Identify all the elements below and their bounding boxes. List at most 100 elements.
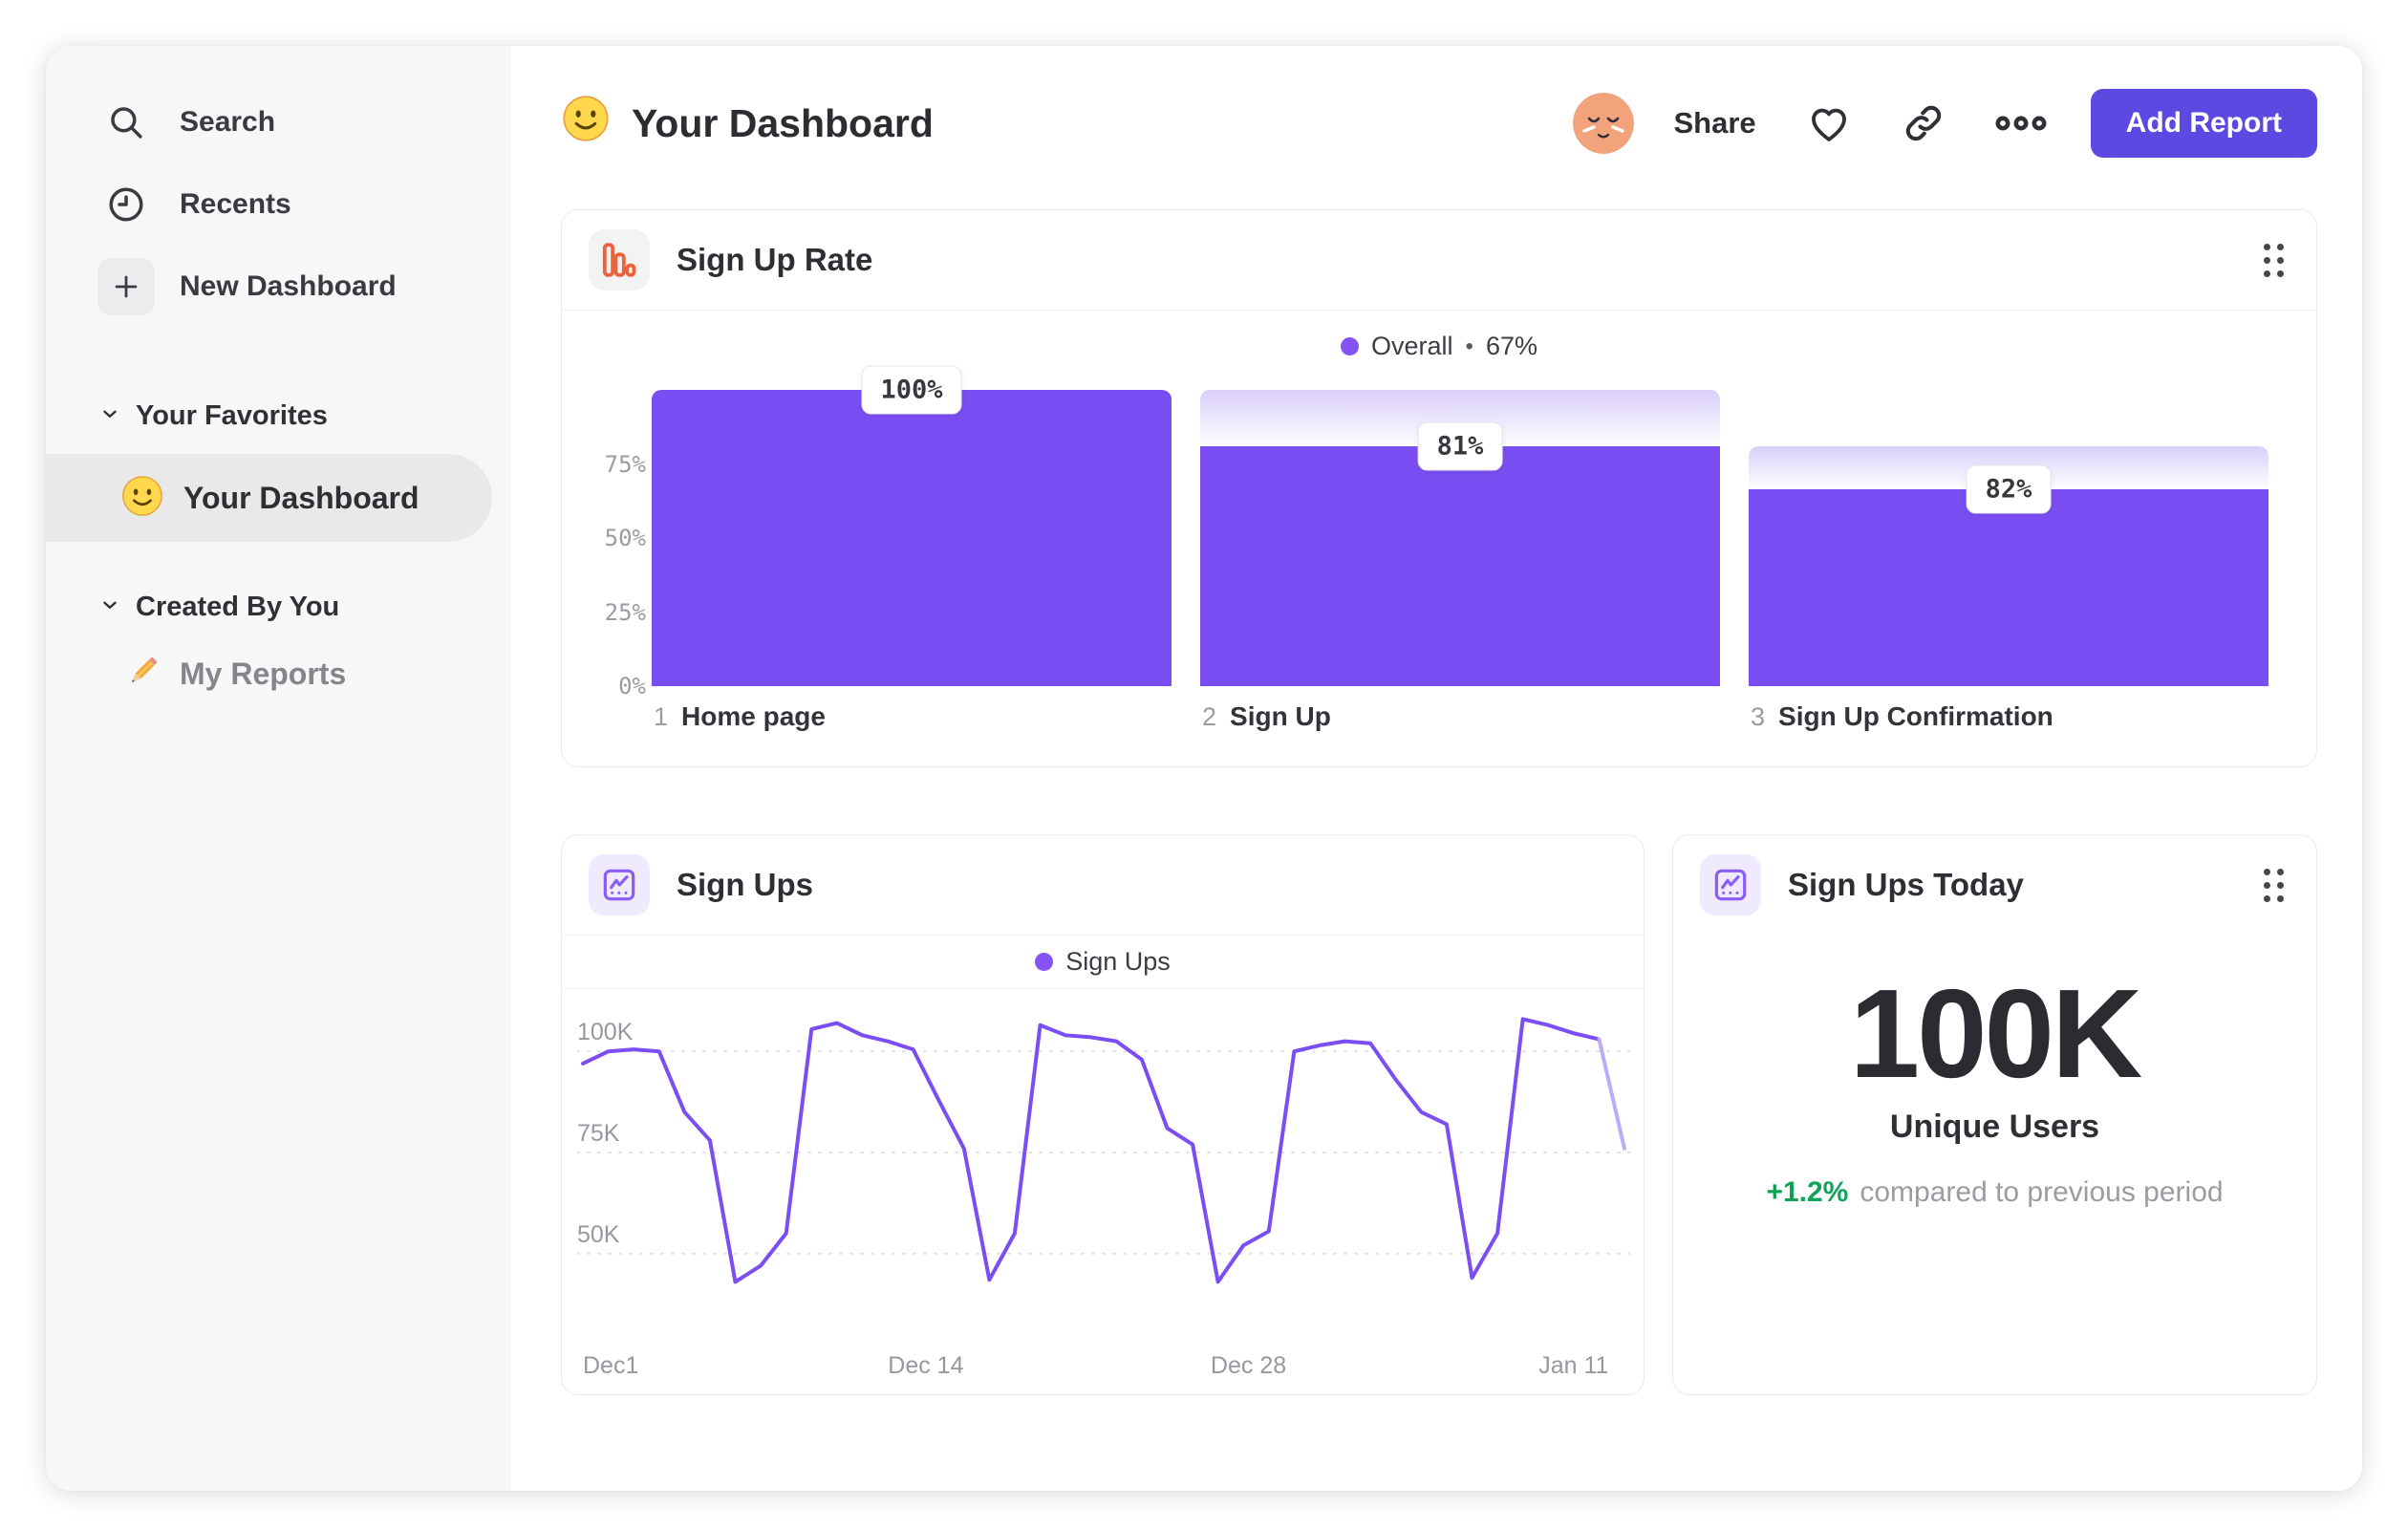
stat-label: Unique Users — [1889, 1108, 2100, 1145]
y-axis-label: 75K — [577, 1120, 620, 1147]
funnel-value-badge: 81% — [1417, 421, 1503, 471]
share-button[interactable]: Share — [1674, 106, 1756, 140]
sidebar-item-your-dashboard-selected[interactable]: Your Dashboard — [46, 454, 492, 542]
card-title: Sign Up Rate — [677, 242, 873, 277]
sidebar-item-search[interactable]: Search — [46, 81, 511, 163]
step-number: 1 — [654, 702, 669, 731]
clock-icon — [96, 174, 157, 235]
y-axis-label: 100K — [577, 1019, 634, 1045]
sign-ups-line-chart: 100K 75K 50K Dec1 Dec 14 Dec 28 Jan 11 — [576, 1017, 1631, 1379]
sign-ups-today-card: Sign Ups Today 100K Unique Users +1.2% c… — [1672, 834, 2317, 1395]
x-axis-label: Jan 11 — [1538, 1352, 1608, 1379]
funnel-plot: 100% 1 Home page 81% 2 Sign Up 82% 3 Sign Up Con… — [652, 365, 2268, 731]
line-series-incomplete-period — [1597, 1037, 1626, 1151]
sign-up-rate-card: Sign Up Rate Overall • 67% 75% 50% 25% 0% 1… — [561, 209, 2317, 767]
legend-separator: • — [1465, 333, 1473, 359]
card-header: Sign Ups — [562, 835, 1644, 936]
section-label: Your Favorites — [136, 399, 328, 431]
sidebar-item-label: New Dashboard — [180, 270, 397, 302]
funnel-ytick-label: 50% — [604, 525, 646, 551]
card-title: Sign Ups — [677, 867, 814, 902]
funnel-bar-sign-up-confirmation[interactable]: 82% 3 Sign Up Confirmation — [1749, 390, 2268, 731]
section-your-favorites[interactable]: Your Favorites — [46, 395, 511, 437]
card-header: Sign Ups Today — [1673, 835, 2316, 935]
funnel-value-badge: 82% — [1966, 464, 2052, 514]
drag-handle-icon[interactable] — [2258, 238, 2290, 283]
x-axis-label: Dec 14 — [888, 1352, 963, 1379]
more-options-icon[interactable] — [1995, 111, 2047, 136]
step-number: 2 — [1202, 702, 1217, 731]
add-report-button[interactable]: Add Report — [2090, 89, 2317, 158]
section-created-by-you[interactable]: Created By You — [46, 586, 511, 628]
delta-percent: +1.2% — [1766, 1175, 1849, 1208]
chevron-down-icon — [99, 403, 120, 429]
plus-icon — [97, 258, 155, 315]
section-label: Created By You — [136, 591, 340, 622]
stat-value: 100K — [1849, 963, 2143, 1104]
legend-series-name: Overall — [1371, 332, 1453, 360]
funnel-y-axis: 75% 50% 25% 0% — [591, 390, 652, 700]
funnel-chart-icon — [589, 229, 650, 291]
dashboard-header: Your Dashboard Share Add Report — [561, 87, 2317, 160]
drag-handle-icon[interactable] — [2258, 863, 2290, 908]
funnel-step-label: 3 Sign Up Confirmation — [1751, 701, 2053, 732]
legend-dot — [1341, 337, 1359, 355]
x-axis-label: Dec 28 — [1211, 1352, 1286, 1379]
funnel-value-badge: 100% — [861, 365, 962, 415]
delta-note: compared to previous period — [1860, 1175, 2224, 1208]
main-content: Your Dashboard Share Add Report Sign Up … — [511, 46, 2362, 1491]
chevron-down-icon — [99, 594, 120, 620]
page-title-text: Your Dashboard — [632, 100, 934, 145]
avatar[interactable] — [1572, 93, 1634, 154]
funnel-bar-fill — [1749, 489, 2268, 686]
step-name: Sign Up — [1230, 701, 1331, 731]
funnel-bar-fill — [1200, 445, 1720, 686]
step-number: 3 — [1751, 702, 1766, 731]
stat-body: 100K Unique Users +1.2% compared to prev… — [1673, 935, 2316, 1209]
funnel-plot-area: 75% 50% 25% 0% 100% 1 Home page 81% 2 Sign Up 82%… — [562, 361, 2316, 731]
step-name: Home page — [681, 701, 826, 731]
line-legend[interactable]: Sign Ups — [562, 936, 1644, 989]
funnel-bar-home-page[interactable]: 100% 1 Home page — [652, 365, 1172, 731]
sidebar-item-label: Recents — [180, 188, 291, 220]
card-title: Sign Ups Today — [1788, 867, 2024, 902]
x-axis-label: Dec1 — [583, 1352, 638, 1379]
sidebar-item-label: My Reports — [180, 656, 347, 691]
sidebar: Search Recents New Dashboard Your Favori… — [46, 46, 511, 1491]
y-axis-label: 50K — [577, 1221, 620, 1248]
copy-link-icon[interactable] — [1902, 101, 1946, 145]
app-window: Search Recents New Dashboard Your Favori… — [46, 46, 2362, 1491]
funnel-ytick-label: 0% — [618, 673, 646, 700]
funnel-bar-sign-up[interactable]: 81% 2 Sign Up — [1200, 390, 1720, 731]
sidebar-item-new-dashboard[interactable]: New Dashboard — [46, 246, 511, 328]
legend-dot — [1035, 953, 1054, 971]
line-chart-icon — [1700, 854, 1761, 915]
funnel-legend[interactable]: Overall • 67% — [562, 332, 2316, 361]
smiley-emoji — [561, 94, 611, 153]
step-name: Sign Up Confirmation — [1778, 701, 2053, 731]
funnel-bar-fill — [652, 390, 1172, 686]
line-plot: 100K 75K 50K Dec1 Dec 14 Dec 28 Jan 11 — [562, 989, 1644, 1386]
line-chart-icon — [589, 854, 650, 915]
stat-delta: +1.2% compared to previous period — [1766, 1176, 2223, 1209]
second-row: Sign Ups Sign Ups 100K 75K 50K Dec1 Dec 14 De… — [561, 834, 2317, 1395]
funnel-ytick-label: 75% — [604, 450, 646, 478]
card-header: Sign Up Rate — [562, 210, 2316, 311]
search-icon — [96, 92, 157, 153]
favorite-heart-icon[interactable] — [1806, 100, 1852, 146]
page-title: Your Dashboard — [561, 94, 934, 153]
sidebar-item-my-reports[interactable]: My Reports — [46, 635, 511, 712]
legend-series-name: Sign Ups — [1065, 947, 1171, 976]
sign-ups-card: Sign Ups Sign Ups 100K 75K 50K Dec1 Dec 14 De… — [561, 834, 1645, 1395]
smiley-emoji — [120, 474, 164, 523]
sidebar-item-label: Your Dashboard — [183, 480, 419, 515]
funnel-ytick-label: 25% — [604, 598, 646, 626]
line-series — [581, 1017, 1602, 1284]
funnel-step-label: 1 Home page — [654, 701, 826, 732]
legend-overall-value: 67% — [1485, 332, 1537, 360]
funnel-step-label: 2 Sign Up — [1202, 701, 1331, 732]
header-actions: Share Add Report — [1572, 89, 2317, 158]
sidebar-item-recents[interactable]: Recents — [46, 163, 511, 246]
pencil-emoji — [122, 652, 162, 697]
sidebar-item-label: Search — [180, 106, 276, 138]
